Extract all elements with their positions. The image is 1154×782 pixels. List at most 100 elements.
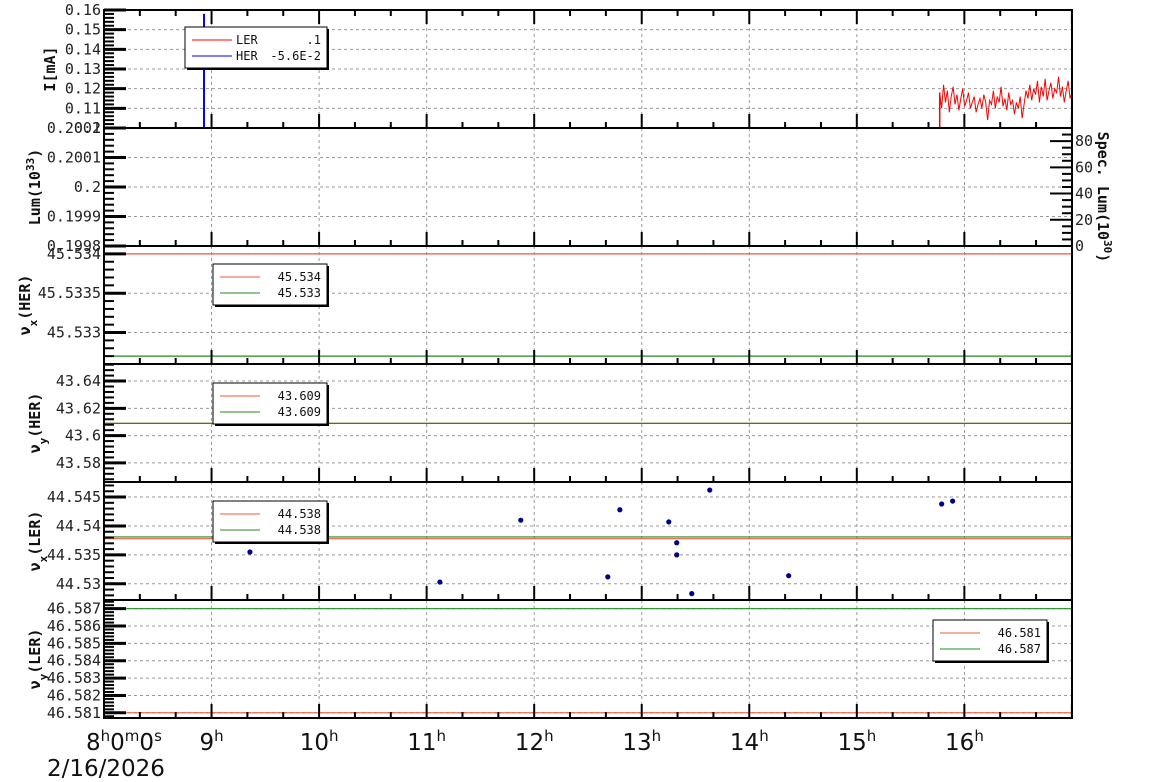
x-hour-unit: h xyxy=(652,727,662,745)
y-tick-label: 46.586 xyxy=(47,617,101,635)
y-axis-label-current: I[mA] xyxy=(41,46,59,91)
data-point xyxy=(605,574,611,580)
y-axis-label-nux-her: νx(HER) xyxy=(16,275,40,336)
data-point xyxy=(939,501,945,507)
data-point xyxy=(518,517,524,523)
y-tick-label: 46.582 xyxy=(47,686,101,704)
y-axis-label-part: (HER) xyxy=(26,393,44,438)
data-point xyxy=(247,549,253,555)
x-axis-labels: 8h0m0s 2/16/2026 9h 10h 11h 12h 13h 14h 15h 16h xyxy=(47,727,984,782)
y-tick-label: 0.2002 xyxy=(47,119,101,137)
x-date-label: 2/16/2026 xyxy=(47,756,165,782)
y-axis-label-nuy-her: νy(HER) xyxy=(26,393,50,454)
x-hour-label: 12h xyxy=(515,727,554,756)
y2-axis-label-part: 30 xyxy=(1102,240,1115,253)
data-point xyxy=(617,507,623,513)
x-hour-label: 14h xyxy=(730,727,769,756)
x-hour-unit: h xyxy=(759,727,769,745)
y-tick-label: 0.16 xyxy=(65,1,101,19)
legend-nux-her: 45.534 45.533 xyxy=(212,263,329,307)
legend-value: 45.533 xyxy=(278,286,321,300)
data-point xyxy=(786,573,792,579)
x-hour-unit: h xyxy=(974,727,984,745)
legend-label: LER xyxy=(236,33,258,47)
x-hour-unit: h xyxy=(437,727,447,745)
legend-value: -5.6E-2 xyxy=(270,49,321,63)
origin-seconds-unit: s xyxy=(154,727,162,745)
y-tick-label: 46.585 xyxy=(47,634,101,652)
legend-value: 44.538 xyxy=(278,523,321,537)
origin-hours-unit: h xyxy=(101,727,111,745)
y-tick-label: 44.545 xyxy=(47,488,101,506)
origin-minutes: 0 xyxy=(110,730,125,756)
data-point xyxy=(674,552,680,558)
x-hour-unit: h xyxy=(329,727,339,745)
y-axis-label-part: I[mA] xyxy=(41,46,59,91)
x-hour-label: 13h xyxy=(622,727,661,756)
y2-axis-label: Spec. Lum(1030) xyxy=(1094,132,1115,263)
y2-tick-label: 0 xyxy=(1075,237,1084,255)
legend-value: 43.609 xyxy=(278,389,321,403)
x-hour-number: 15 xyxy=(837,730,866,756)
legends: LER .1HER -5.6E-245.53445.53343.60943.6094… xyxy=(184,26,1049,663)
x-hour-number: 11 xyxy=(407,730,436,756)
legend-label: HER xyxy=(236,49,258,63)
legend-nuy-her: 43.609 43.609 xyxy=(212,382,329,426)
series-line-LER xyxy=(290,92,941,129)
y2-tick-label: 40 xyxy=(1075,185,1093,203)
legend-value: 43.609 xyxy=(278,405,321,419)
origin-minutes-unit: m xyxy=(125,727,140,745)
y-axis-label-part: ν xyxy=(16,326,34,335)
y-tick-label: 0.1999 xyxy=(47,208,101,226)
y-tick-label: 43.6 xyxy=(65,427,101,445)
y-tick-label: 0.13 xyxy=(65,60,101,78)
x-hour-label: 15h xyxy=(837,727,876,756)
y-axis-label-part: Lum(10 xyxy=(26,171,44,225)
y-tick-label: 0.12 xyxy=(65,80,101,98)
y2-axis-label-part: Spec. Lum(10 xyxy=(1094,132,1112,240)
y-axis-label-luminosity: Lum(1033) xyxy=(24,149,45,225)
x-hour-number: 12 xyxy=(515,730,544,756)
y2-tick-label: 60 xyxy=(1075,158,1093,176)
legend-value: .1 xyxy=(307,33,321,47)
legend-value: 46.587 xyxy=(998,642,1041,656)
legend-value: 46.581 xyxy=(998,626,1041,640)
y-tick-label: 0.2001 xyxy=(47,149,101,167)
x-hour-unit: h xyxy=(867,727,877,745)
data-point xyxy=(707,487,713,493)
x-hour-number: 10 xyxy=(300,730,329,756)
y-axis-label-part: 33 xyxy=(24,158,37,171)
x-hour-label: 10h xyxy=(300,727,339,756)
panel-frame-nuy-ler xyxy=(103,599,1073,719)
y-tick-label: 46.587 xyxy=(47,600,101,618)
legend-current: LER .1 HER -5.6E-2 xyxy=(184,26,329,70)
y2-tick-label: 20 xyxy=(1075,211,1093,229)
y-tick-label: 44.535 xyxy=(47,546,101,564)
y-tick-label: 45.533 xyxy=(47,324,101,342)
data-point xyxy=(666,519,672,525)
x-hour-unit: h xyxy=(214,727,224,745)
y-axis-label-part: ) xyxy=(26,149,44,158)
x-hour-number: 14 xyxy=(730,730,759,756)
y-tick-label: 43.62 xyxy=(56,399,101,417)
y-tick-label: 0.15 xyxy=(65,21,101,39)
beam-monitor-chart: 0.10.110.120.130.140.150.16I[mA]0.19980.… xyxy=(16,1,1115,782)
y-axis-label-part: ν xyxy=(26,562,44,571)
x-hour-number: 13 xyxy=(622,730,651,756)
y2-axis-label-part: ) xyxy=(1094,253,1112,262)
y-axis-label-part: ν xyxy=(26,444,44,453)
y-axis-label-part: (HER) xyxy=(16,275,34,320)
legend-value: 44.538 xyxy=(278,507,321,521)
x-origin-label: 8h0m0s xyxy=(86,727,162,756)
data-point xyxy=(674,540,680,546)
y-tick-label: 46.584 xyxy=(47,652,101,670)
y-tick-label: 44.54 xyxy=(56,517,101,535)
data-point xyxy=(689,591,695,597)
y-axis-label-part: (LER) xyxy=(26,511,44,556)
y-tick-label: 45.5335 xyxy=(38,284,101,302)
x-hour-unit: h xyxy=(544,727,554,745)
x-hour-number: 16 xyxy=(945,730,974,756)
origin-seconds: 0 xyxy=(139,730,154,756)
x-hour-label: 9h xyxy=(199,727,223,756)
data-point xyxy=(950,498,956,504)
